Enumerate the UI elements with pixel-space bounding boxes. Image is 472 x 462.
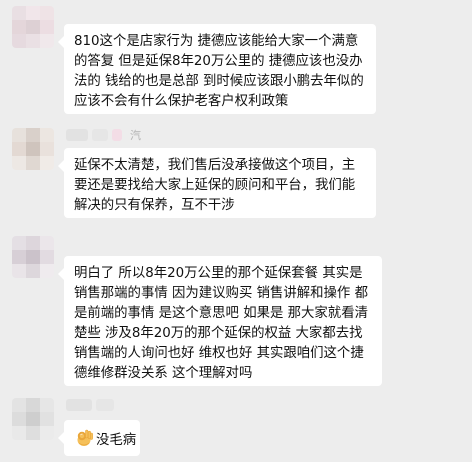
message-line: 810这个是店家行为 捷德应该能给大家一个满意 (74, 34, 359, 49)
message-bubble[interactable]: 延保不太清楚，我们售后没承接做这个项目，主 要还是要找给大家上延保的顾问和平台，… (58, 148, 376, 218)
ok-hand-icon (77, 429, 93, 446)
message-line: 应该不会有什么保护老客户权利政策 (74, 94, 289, 109)
message-line: 明白了 所以8年20万公里的那个延保套餐 其实是 (74, 266, 363, 281)
message-line: 要还是要找给大家上延保的顾问和平台，我们能 (74, 178, 356, 193)
avatar[interactable] (12, 398, 54, 440)
sender-name (66, 398, 118, 412)
avatar[interactable] (12, 128, 54, 170)
avatar[interactable] (12, 6, 54, 48)
message-line: 延保不太清楚，我们售后没承接做这个项目，主 (74, 158, 356, 173)
message-line: 德维修群没关系 这个理解对吗 (74, 366, 253, 381)
blurred-name (112, 129, 122, 141)
sender-name: 汽 (66, 128, 141, 142)
blurred-name (66, 129, 88, 141)
message-line: 的答复 但是延保8年20万公里的 捷德应该也没办 (74, 54, 363, 69)
avatar[interactable] (12, 236, 54, 278)
message-line: 没毛病 (74, 428, 136, 451)
message-line: 销售端的人询问也好 维权也好 其实跟咱们这个捷 (74, 346, 364, 361)
blurred-name (96, 399, 114, 411)
message-line: 解决的只有保养，互不干涉 (74, 198, 235, 213)
message-line: 法的 钱给的也是总部 到时候应该跟小鹏去年似的 (74, 74, 364, 89)
message-line: 销售那端的事情 因为建议购买 销售讲解和操作 都 (74, 286, 368, 301)
message-bubble[interactable]: 明白了 所以8年20万公里的那个延保套餐 其实是 销售那端的事情 因为建议购买 … (58, 256, 382, 386)
sender-tag: 汽 (130, 129, 141, 142)
message-line: 楚些 涉及8年20万的那个延保的权益 大家都去找 (74, 326, 363, 341)
blurred-name (66, 399, 92, 411)
blurred-name (92, 129, 108, 141)
message-text: 没毛病 (96, 433, 137, 448)
message-bubble[interactable]: 没毛病 (58, 420, 140, 456)
message-line: 是前端的事情 是这个意思吧 如果是 那大家就看清 (74, 306, 368, 321)
message-bubble[interactable]: 810这个是店家行为 捷德应该能给大家一个满意 的答复 但是延保8年20万公里的… (58, 24, 376, 114)
